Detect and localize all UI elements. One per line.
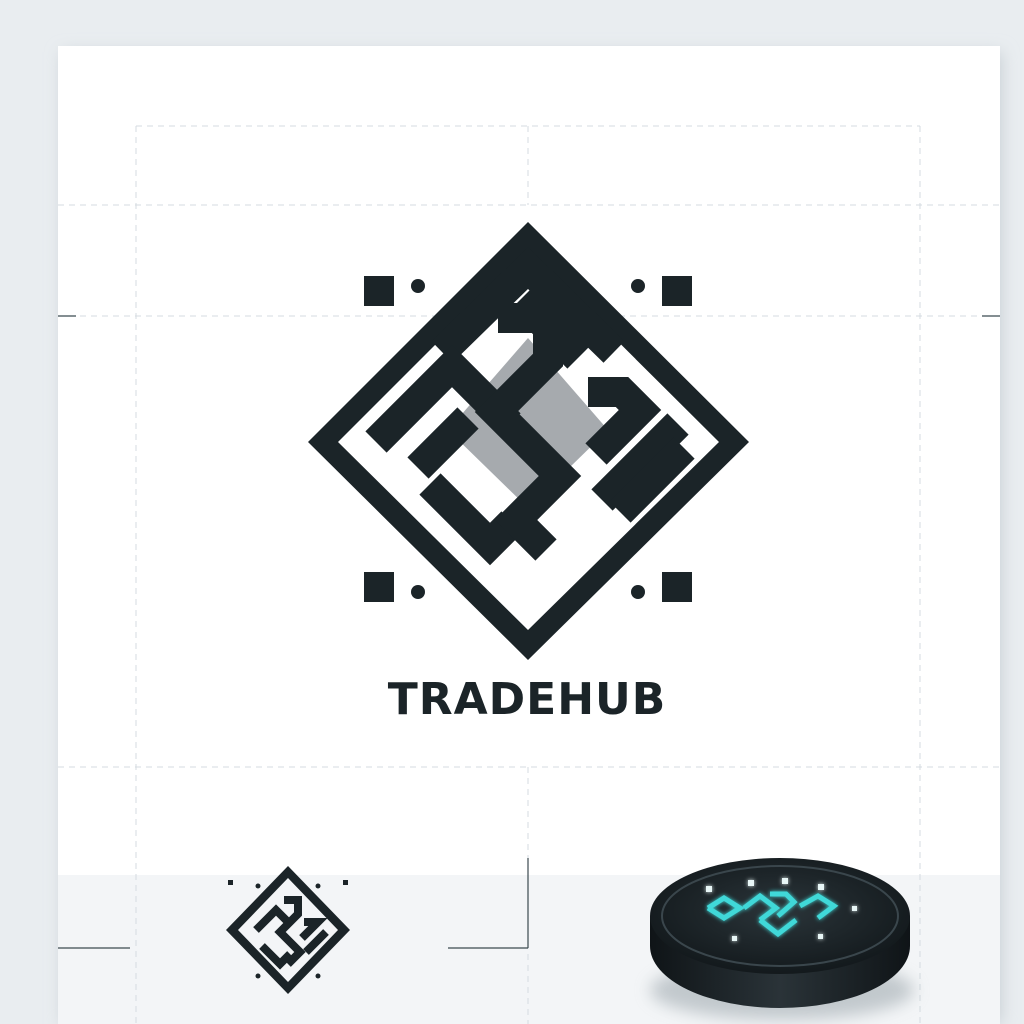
brand-wordmark: TRADEHUB [387, 674, 667, 725]
coin-mockup [650, 858, 914, 1020]
logo-presentation-scene [0, 0, 1024, 1024]
